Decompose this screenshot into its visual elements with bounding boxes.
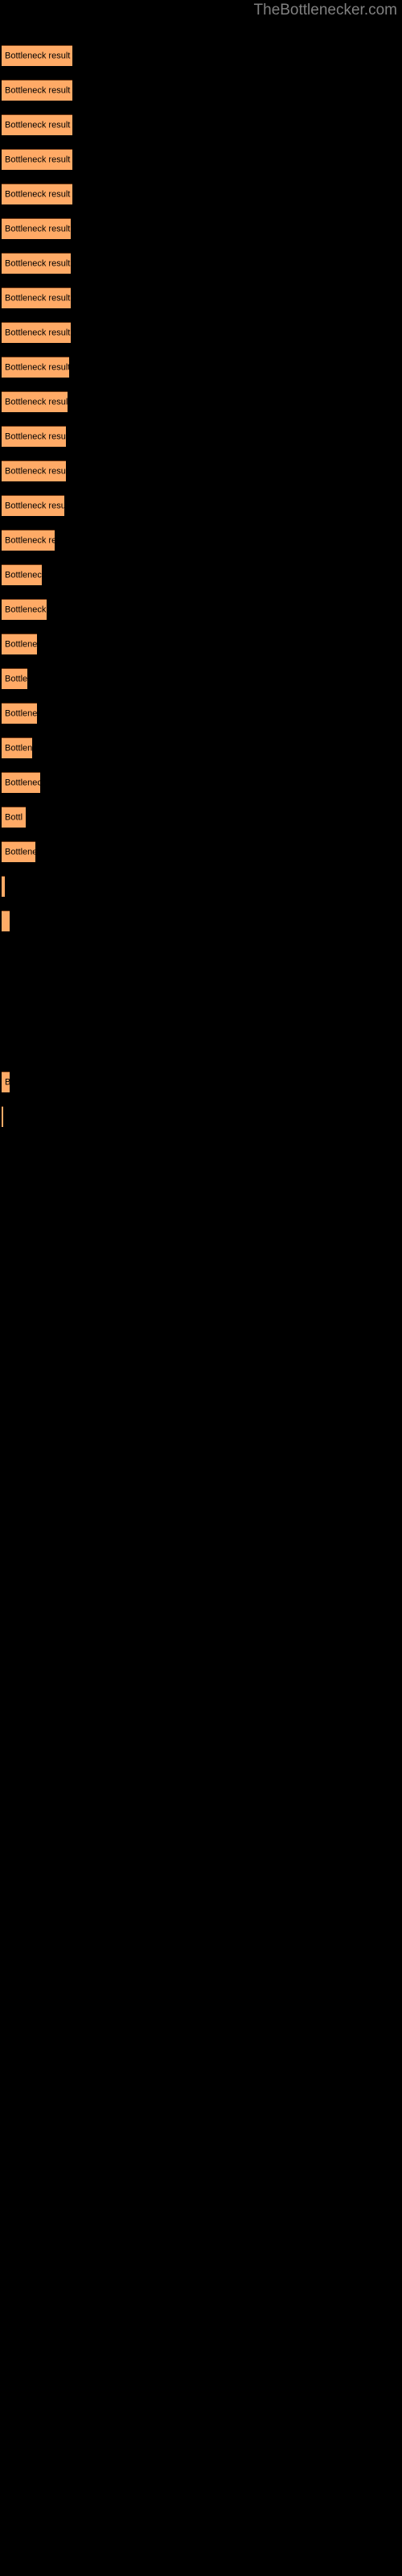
bar-label: Bottl	[5, 812, 23, 822]
bar-10: Bottleneck result	[2, 357, 69, 378]
bar-label: Bottleneck re	[5, 605, 47, 614]
bar-2: Bottleneck result	[2, 80, 72, 101]
bar-1: Bottleneck result	[2, 45, 72, 66]
bar-23: Bottl	[2, 807, 26, 828]
bar-15: Bottleneck resu	[2, 530, 55, 551]
bar-13: Bottleneck result	[2, 460, 66, 481]
bar-label: Bottleneck result	[5, 397, 68, 407]
bar-16: Bottleneck	[2, 564, 42, 585]
bar-label: Bottleneck result	[5, 362, 69, 372]
bar-label: Bottlene	[5, 743, 32, 753]
bar-27: B	[2, 1071, 10, 1092]
bar-26	[2, 910, 10, 931]
bar-label: Bottleneck	[5, 778, 40, 787]
bar-9: Bottleneck result	[2, 322, 71, 343]
bar-label: Bottleneck result	[5, 51, 71, 60]
bar-25	[2, 876, 5, 897]
bar-11: Bottleneck result	[2, 391, 68, 412]
bar-17: Bottleneck re	[2, 599, 47, 620]
bar-6: Bottleneck result	[2, 218, 71, 239]
bar-18: Bottlened	[2, 634, 37, 654]
bar-label: Bottle	[5, 674, 27, 683]
bar-label: Bottleneck result	[5, 466, 66, 476]
bar-label: Bottleneck result	[5, 224, 71, 233]
bar-21: Bottlene	[2, 737, 32, 758]
bar-label: Bottlened	[5, 708, 37, 718]
bar-label: Bottleneck resu	[5, 535, 55, 545]
bar-22: Bottleneck	[2, 772, 40, 793]
bar-label: Bottleneck result	[5, 155, 71, 164]
bar-label: Bottleneck result	[5, 501, 64, 510]
bar-4: Bottleneck result	[2, 149, 72, 170]
bar-label: Bottleneck result	[5, 258, 71, 268]
bar-5: Bottleneck result	[2, 184, 72, 204]
bar-20: Bottlened	[2, 703, 37, 724]
bottleneck-chart: TheBottlenecker.com Bottleneck result Bot…	[0, 0, 402, 2576]
bar-label: Bottleneck result	[5, 328, 71, 337]
bar-label: Bottleneck result	[5, 120, 71, 130]
bar-label: Bottleneck	[5, 570, 42, 580]
bar-28	[2, 1106, 3, 1127]
bar-label: Bottleneck result	[5, 431, 66, 441]
bar-19: Bottle	[2, 668, 27, 689]
bar-label: Bottleneck result	[5, 189, 71, 199]
bar-8: Bottleneck result	[2, 287, 71, 308]
bar-12: Bottleneck result	[2, 426, 66, 447]
bar-chart-bars: Bottleneck result Bottleneck result Bottle…	[0, 0, 402, 2576]
bar-label: B	[5, 1078, 10, 1087]
bar-label: Bottleneck result	[5, 85, 71, 95]
bar-24: Bottlene	[2, 841, 35, 862]
bar-label: Bottlened	[5, 639, 37, 649]
bar-label: Bottleneck result	[5, 293, 71, 303]
bar-7: Bottleneck result	[2, 253, 71, 274]
bar-label: Bottlene	[5, 847, 35, 857]
bar-14: Bottleneck result	[2, 495, 64, 516]
bar-3: Bottleneck result	[2, 114, 72, 135]
